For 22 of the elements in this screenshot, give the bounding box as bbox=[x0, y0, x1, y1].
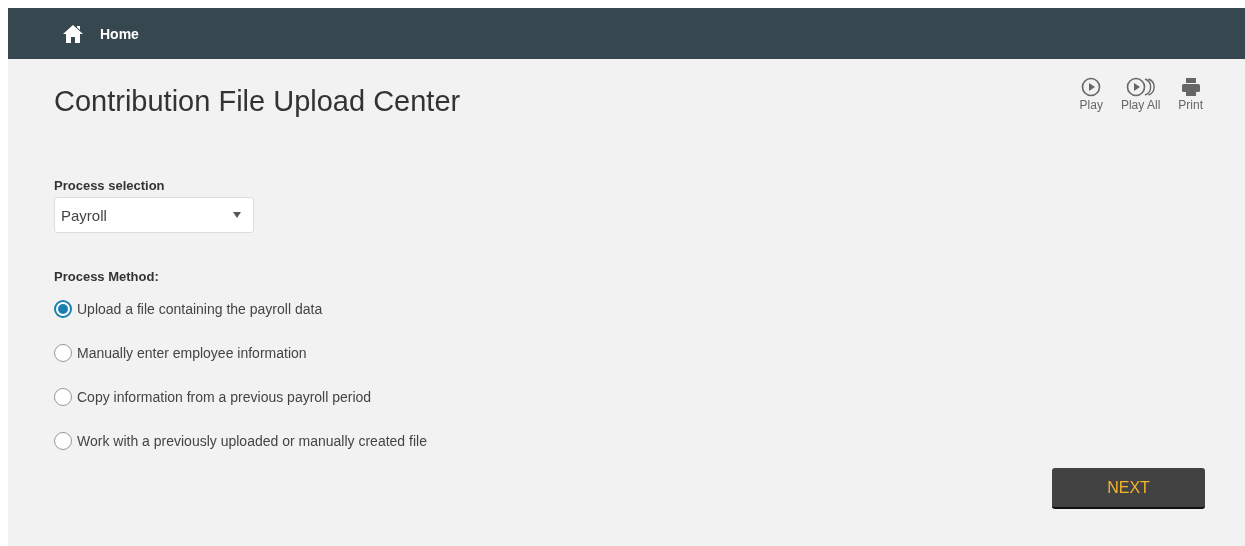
home-link[interactable]: Home bbox=[63, 24, 139, 43]
home-icon bbox=[63, 24, 83, 43]
radio-button[interactable] bbox=[54, 300, 72, 318]
field-label: Process selection bbox=[54, 178, 166, 193]
radio-option[interactable]: Upload a file containing the payroll data bbox=[54, 298, 1205, 320]
next-button[interactable]: NEXT bbox=[1052, 468, 1205, 509]
play-all-icon bbox=[1125, 77, 1156, 97]
radio-button[interactable] bbox=[54, 432, 72, 450]
play-all-button[interactable]: Play All bbox=[1118, 77, 1163, 112]
play-button[interactable]: Play bbox=[1077, 77, 1105, 112]
print-icon bbox=[1180, 77, 1201, 97]
play-icon bbox=[1081, 77, 1102, 97]
radio-button[interactable] bbox=[54, 344, 72, 362]
field-label: Process Method: bbox=[54, 269, 160, 284]
process-dropdown[interactable]: Payroll bbox=[54, 197, 254, 233]
radio-option[interactable]: Copy information from a previous payroll period bbox=[54, 386, 1205, 408]
caret-icon bbox=[233, 212, 241, 218]
radio-option[interactable]: Manually enter employee information bbox=[54, 342, 1205, 364]
radio-button[interactable] bbox=[54, 388, 72, 406]
print-button[interactable]: Print bbox=[1176, 77, 1205, 112]
page-title: Contribution File Upload Center bbox=[54, 85, 461, 118]
radio-option[interactable]: Work with a previously uploaded or manually created file bbox=[54, 430, 1205, 452]
